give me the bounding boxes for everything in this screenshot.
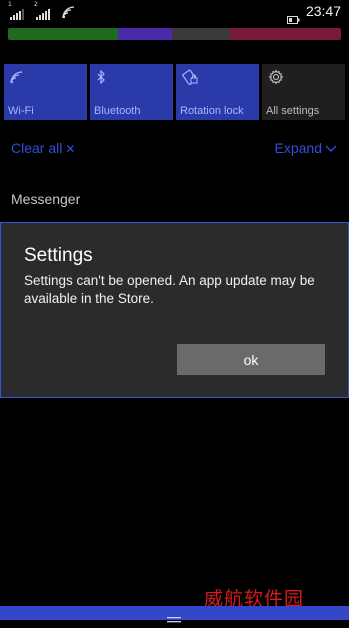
signal-bars-sim2-icon <box>36 5 50 24</box>
quick-action-bluetooth[interactable]: Bluetooth <box>90 64 173 120</box>
color-strip <box>8 28 341 40</box>
gear-icon <box>268 69 284 85</box>
quick-action-label: Wi-Fi <box>8 105 34 117</box>
signal-bars-sim1-icon <box>10 5 24 24</box>
rotation-lock-icon <box>182 69 198 85</box>
expand-button[interactable]: Expand <box>275 140 337 156</box>
clear-all-button[interactable]: Clear all ✕ <box>11 140 75 156</box>
expand-label: Expand <box>274 140 322 156</box>
strip-segment-green <box>8 28 118 40</box>
status-bar: 1 2 23:47 <box>0 0 349 26</box>
grip-handle-icon <box>167 609 181 623</box>
settings-error-dialog: Settings Settings can't be opened. An ap… <box>0 222 349 398</box>
close-icon: ✕ <box>65 142 76 156</box>
bluetooth-icon <box>96 69 112 85</box>
chevron-down-icon <box>322 140 337 156</box>
dialog-message: Settings can't be opened. An app update … <box>24 273 315 306</box>
bottom-handle-bar[interactable] <box>0 606 349 623</box>
quick-actions: Wi-Fi Bluetooth Rotation lock All settin… <box>4 64 345 120</box>
wifi-icon <box>10 69 26 85</box>
ok-button[interactable]: ok <box>177 344 325 375</box>
clock: 23:47 <box>305 3 341 19</box>
strip-segment-crimson <box>230 28 341 40</box>
quick-action-rotation-lock[interactable]: Rotation lock <box>176 64 259 120</box>
quick-action-wifi[interactable]: Wi-Fi <box>4 64 87 120</box>
quick-action-label: All settings <box>266 105 320 117</box>
clear-all-label: Clear all <box>11 140 63 156</box>
quick-action-all-settings[interactable]: All settings <box>262 64 345 120</box>
action-center-controls: Clear all ✕ Expand <box>0 138 349 162</box>
battery-icon <box>287 9 300 28</box>
strip-segment-purple <box>118 28 172 40</box>
notification-group-title[interactable]: Messenger <box>11 191 80 207</box>
dialog-title: Settings <box>24 245 93 266</box>
quick-action-label: Rotation lock <box>180 105 244 117</box>
quick-action-label: Bluetooth <box>94 105 141 117</box>
strip-segment-gray <box>172 28 230 40</box>
wifi-icon <box>62 4 76 23</box>
